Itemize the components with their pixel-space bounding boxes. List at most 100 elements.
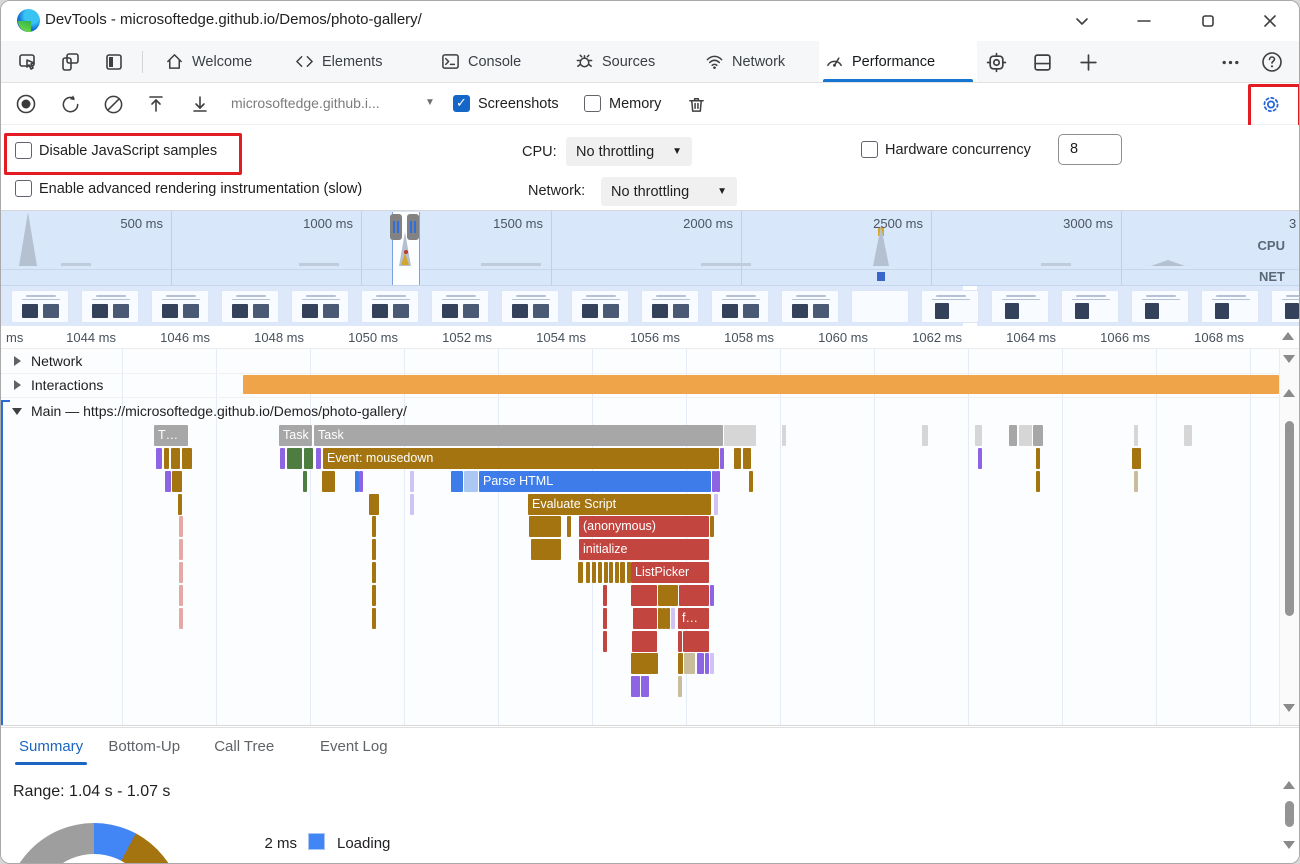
load-profile-icon[interactable] [145,93,167,115]
flame-bar[interactable] [451,471,463,492]
screenshots-filmstrip[interactable] [1,286,1299,326]
flame-bar[interactable] [1132,448,1141,469]
tab-sources[interactable]: Sources [569,41,661,82]
filmstrip-frame[interactable] [1201,290,1259,323]
flame-bar[interactable] [369,494,379,515]
flame-bar[interactable] [710,516,714,537]
filmstrip-frame[interactable] [221,290,279,323]
details-tab-call-tree[interactable]: Call Tree [214,738,274,755]
summary-scroll-thumb[interactable] [1285,801,1294,827]
flame-bar[interactable] [372,539,376,560]
tab-elements[interactable]: Elements [289,41,388,82]
flame-bar[interactable] [287,448,302,469]
flame-bar[interactable] [922,425,928,446]
flame-bar[interactable] [322,471,335,492]
flame-bar[interactable] [604,562,608,583]
capture-settings-gear-icon[interactable] [1260,93,1282,115]
flame-bar[interactable] [464,471,478,492]
history-select[interactable]: microsoftedge.github.i... [231,95,380,111]
trash-icon[interactable] [685,93,707,115]
flame-bar[interactable] [567,516,571,537]
flame-bar[interactable] [592,562,596,583]
tab-network[interactable]: Network [699,41,791,82]
filmstrip-frame[interactable] [641,290,699,323]
flame-bar[interactable] [724,425,756,446]
dock-side-icon[interactable] [103,51,125,73]
flame-bar[interactable] [410,471,414,492]
advanced-rendering-checkbox[interactable] [15,180,32,197]
flame-bar[interactable] [179,539,183,560]
flame-bar[interactable] [710,653,714,674]
filmstrip-frame[interactable] [81,290,139,323]
flame-bar[interactable] [178,494,182,515]
flame-bar[interactable] [179,516,183,537]
track-main[interactable]: Main — https://microsoftedge.github.io/D… [1,399,1299,423]
inspect-element-icon[interactable] [17,51,39,73]
filmstrip-frame[interactable] [361,290,419,323]
flame-bar[interactable] [678,631,682,652]
flame-bar[interactable] [304,448,313,469]
memory-checkbox[interactable] [584,95,601,112]
flame-bar[interactable] [303,471,307,492]
filmstrip-frame[interactable] [1131,290,1189,323]
flame-bar[interactable] [179,562,183,583]
flame-bar[interactable] [678,676,682,697]
flame-bar[interactable] [1134,471,1138,492]
flame-scroll-thumb[interactable] [1285,421,1294,616]
flame-bar[interactable] [1033,425,1043,446]
filmstrip-frame[interactable] [851,290,909,323]
help-icon[interactable] [1261,51,1283,73]
summary-scroll-up-icon[interactable] [1283,781,1295,789]
flame-bar[interactable] [372,608,376,629]
tab-console[interactable]: Console [435,41,527,82]
flame-bar[interactable] [603,608,607,629]
flame-bar[interactable] [603,631,607,652]
main-collapse-icon[interactable] [12,408,22,415]
flame-bar[interactable] [632,631,657,652]
cpu-throttling-select[interactable]: No throttling▼ [566,137,692,166]
flame-bar[interactable] [720,448,724,469]
flame-bar[interactable] [531,539,561,560]
flame-bar[interactable] [684,653,695,674]
flame-bar[interactable] [156,448,162,469]
history-select-chevron-icon[interactable]: ▼ [425,97,435,108]
filmstrip-frame[interactable] [1271,290,1299,323]
flame-bar[interactable] [372,516,376,537]
tab-performance[interactable]: Performance [819,41,977,82]
flame-bar[interactable] [1134,425,1138,446]
hardware-concurrency-input[interactable]: 8 [1058,134,1122,165]
flame-bar[interactable] [280,448,285,469]
flame-bar[interactable] [603,585,607,606]
summary-scroll-down-icon[interactable] [1283,841,1295,849]
flame-bar[interactable] [671,608,675,629]
flame-bar[interactable] [749,471,753,492]
details-tab-summary[interactable]: Summary [19,738,83,755]
flame-chart-zone[interactable]: Network Interactions Main — https://micr… [1,349,1299,726]
flame-bar[interactable] [620,562,625,583]
flame-scrollbar[interactable] [1279,349,1299,726]
flame-bar[interactable] [1184,425,1192,446]
flame-bar[interactable] [182,448,192,469]
flame-bar[interactable] [1036,448,1040,469]
filmstrip-frame[interactable] [501,290,559,323]
scroll-down-icon[interactable] [1283,704,1295,712]
titlebar-chevron-down-icon[interactable] [1067,7,1097,35]
filmstrip-frame[interactable] [991,290,1049,323]
flame-bar[interactable] [179,585,183,606]
flame-bar[interactable]: initialize [579,539,709,560]
flame-bar[interactable] [171,448,180,469]
flame-bar[interactable] [633,608,657,629]
network-expand-icon[interactable] [14,356,21,366]
flame-bar[interactable]: f… [678,608,709,629]
flame-bar[interactable] [631,676,640,697]
flame-bar[interactable] [372,585,376,606]
clear-recording-button[interactable] [102,93,124,115]
flame-bar[interactable] [165,471,171,492]
reload-record-button[interactable] [59,93,81,115]
tab-welcome[interactable]: Welcome [159,41,258,82]
record-button[interactable] [15,93,37,115]
flame-bar[interactable] [631,585,657,606]
flame-bar[interactable] [743,448,751,469]
maximize-button[interactable] [1193,7,1223,35]
track-network[interactable]: Network [1,349,1299,374]
